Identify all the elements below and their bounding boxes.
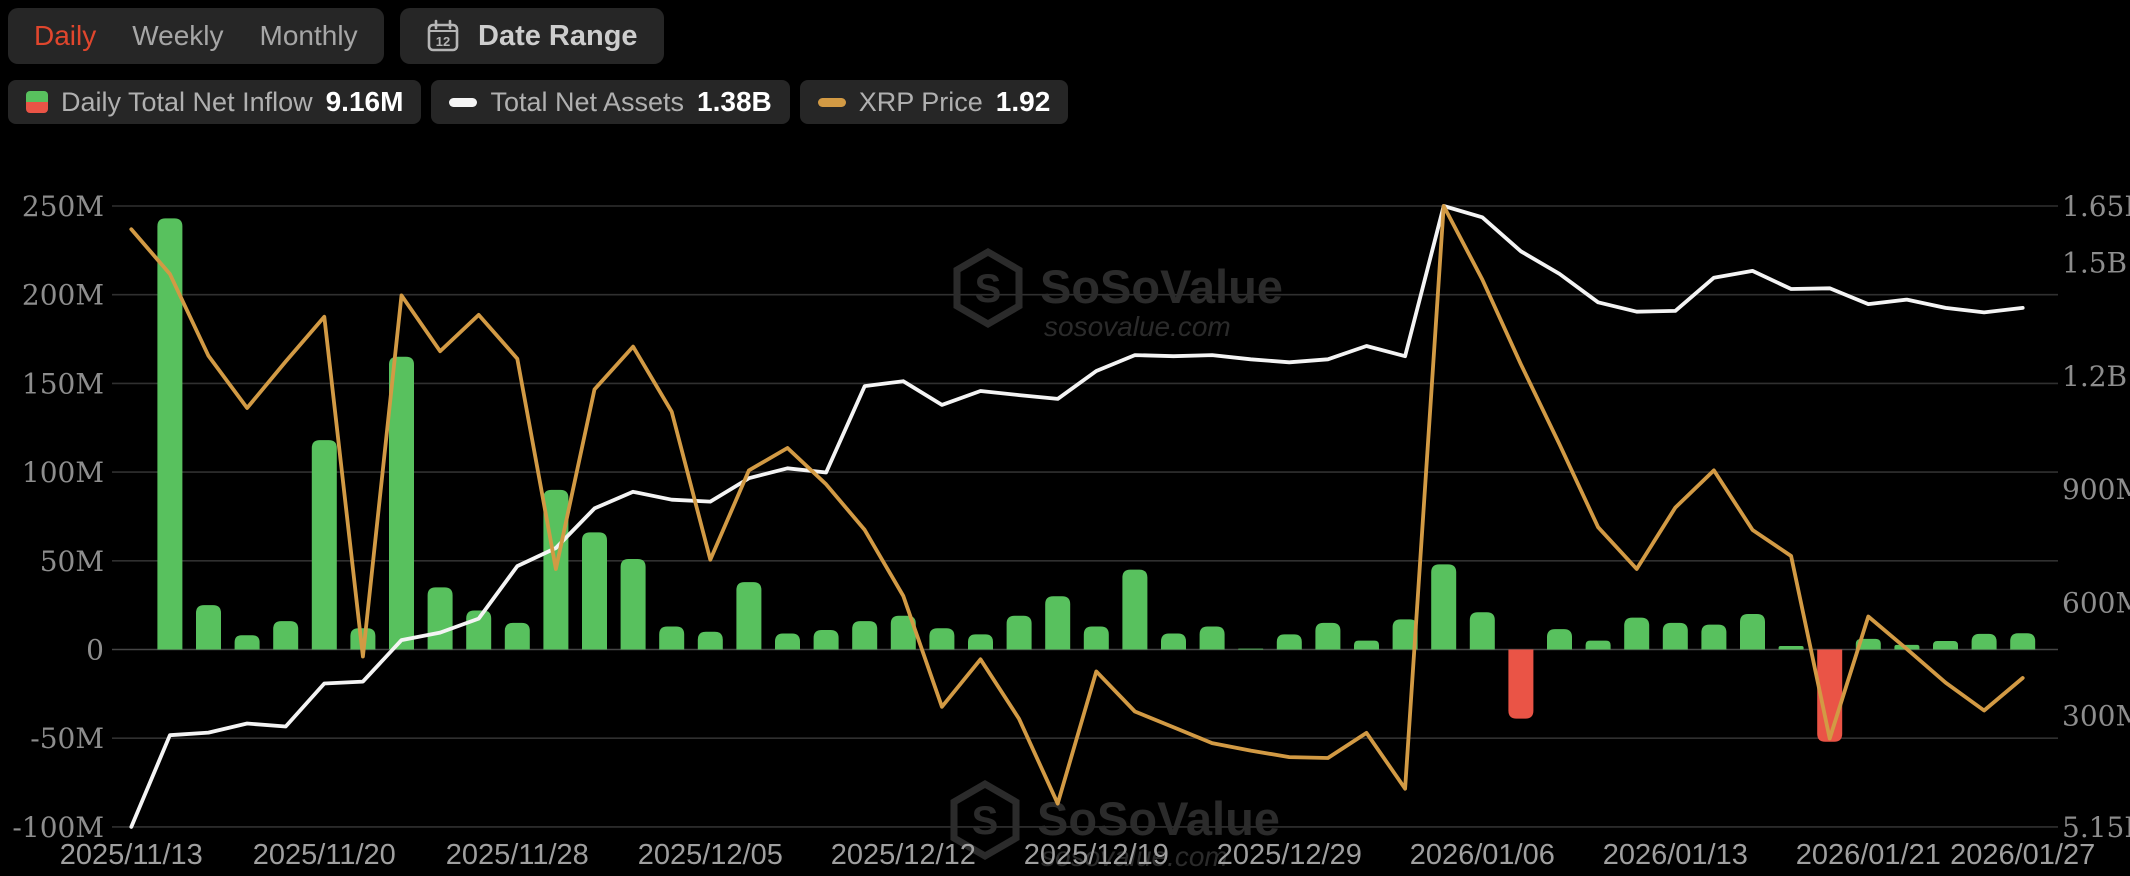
svg-text:2025/11/20: 2025/11/20 [253,839,396,871]
svg-text:1.2B: 1.2B [2062,360,2127,393]
inflow-bar [698,632,723,650]
svg-text:2026/01/21: 2026/01/21 [1796,839,1941,871]
svg-text:0: 0 [86,634,104,667]
inflow-bar [389,357,414,650]
inflow-bar [1470,612,1495,649]
svg-text:2026/01/27: 2026/01/27 [1950,839,2095,871]
inflow-bar [1161,634,1186,650]
svg-text:1.5B: 1.5B [2062,247,2127,280]
svg-text:100M: 100M [22,456,104,489]
inflow-bar [968,634,993,649]
right-axis-labels: 1.65B1.5B1.2B900M600M300M5.15M [2062,190,2130,844]
svg-text:sosovalue.com: sosovalue.com [1044,311,1231,342]
svg-text:900M: 900M [2062,473,2130,506]
svg-text:2026/01/06: 2026/01/06 [1410,839,1555,871]
watermark-center: S SoSoValuesosovalue.com [957,252,1283,342]
svg-text:300M: 300M [2062,700,2130,733]
inflow-bar [1007,616,1032,650]
svg-text:-50M: -50M [30,722,104,755]
inflow-bar [1277,634,1302,649]
svg-text:150M: 150M [22,367,104,400]
inflow-bar [1045,596,1070,649]
inflow-bar [852,621,877,649]
inflow-bar [659,626,684,649]
inflow-bar [1624,618,1649,650]
svg-text:50M: 50M [40,545,104,578]
svg-text:SoSoValue: SoSoValue [1040,260,1283,313]
inflow-bar [736,582,761,649]
inflow-bar [814,630,839,650]
inflow-bar [428,587,453,649]
inflow-bar [1315,623,1340,650]
inflow-bar [1586,641,1611,650]
inflow-bar [929,628,954,649]
inflow-bar [1200,626,1225,649]
inflow-bar [1701,625,1726,650]
svg-text:2025/11/28: 2025/11/28 [446,839,589,871]
svg-text:2025/11/13: 2025/11/13 [60,839,203,871]
svg-text:2025/12/12: 2025/12/12 [831,839,976,871]
inflow-bar [1663,623,1688,650]
svg-text:200M: 200M [22,279,104,312]
x-axis-labels: 2025/11/13 2025/11/20 2025/11/28 2025/12/05… [60,839,2095,871]
inflow-bar [775,634,800,650]
inflow-bar [273,621,298,649]
inflow-bar [1431,564,1456,649]
inflow-bar [1547,629,1572,649]
inflow-bar [1354,641,1379,650]
svg-text:1.65B: 1.65B [2062,190,2130,223]
svg-text:2025/12/29: 2025/12/29 [1217,839,1362,871]
inflow-bar [1972,634,1997,650]
etf-flow-price-chart[interactable]: SSoSoValuesosovalue.comSSoSoValuesosoval… [0,0,2130,876]
inflow-bar [312,440,337,649]
inflow-bar [1084,626,1109,649]
svg-text:2025/12/19: 2025/12/19 [1024,839,1169,871]
inflow-bar [1238,649,1263,650]
inflow-bar [2010,633,2035,649]
inflow-bar [235,635,260,649]
svg-text:2026/01/13: 2026/01/13 [1603,839,1748,871]
inflow-bar [621,559,646,649]
svg-text:SoSoValue: SoSoValue [1037,792,1280,845]
inflow-bar [157,218,182,649]
inflow-bar [196,605,221,649]
svg-text:S: S [975,267,1002,311]
svg-text:600M: 600M [2062,586,2130,619]
inflow-bar [1779,646,1804,650]
inflow-bar [1933,641,1958,650]
svg-text:250M: 250M [22,190,104,223]
svg-text:S: S [972,799,999,843]
inflow-bar [582,532,607,649]
inflow-bar [505,623,530,650]
inflow-bar [1122,570,1147,650]
inflow-bar [1740,614,1765,649]
svg-text:2025/12/05: 2025/12/05 [638,839,783,871]
left-axis-labels: 250M200M150M100M50M0-50M-100M [12,190,104,844]
inflow-bar [1508,650,1533,719]
